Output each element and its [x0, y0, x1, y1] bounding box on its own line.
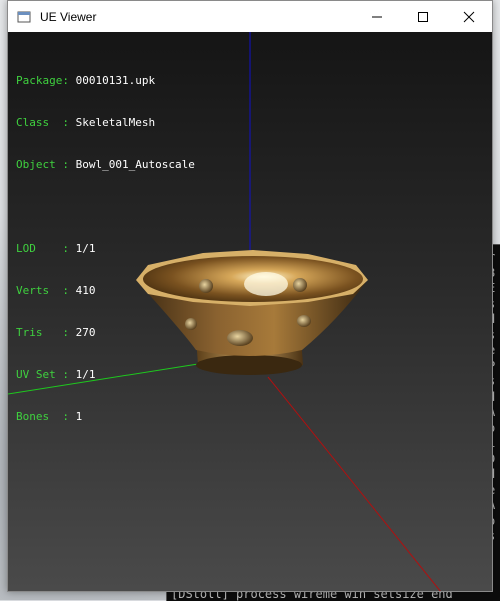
mesh-info-overlay: Package: 00010131.upk Class : SkeletalMe… — [16, 46, 195, 452]
info-package: Package: 00010131.upk — [16, 74, 156, 87]
minimize-icon — [372, 16, 382, 17]
3d-viewport[interactable]: Package: 00010131.upk Class : SkeletalMe… — [8, 32, 492, 591]
ue-viewer-window[interactable]: UE Viewer Package: 00010131.upk Class: … — [7, 0, 493, 592]
maximize-icon — [418, 11, 428, 22]
close-icon — [463, 11, 475, 22]
info-tris: Tris : 270 — [16, 326, 96, 339]
info-class: Class : SkeletalMesh — [16, 116, 156, 129]
window-title: UE Viewer — [40, 9, 97, 24]
info-lod: LOD : 1/1 — [16, 242, 96, 255]
title-bar[interactable]: UE Viewer — [8, 1, 492, 32]
maximize-button[interactable] — [400, 1, 446, 32]
info-uvset: UV Set : 1/1 — [16, 368, 96, 381]
info-object: Object : Bowl_001_Autoscale — [16, 158, 195, 171]
x-axis-line — [267, 376, 441, 591]
info-bones: Bones : 1 — [16, 410, 83, 423]
app-icon — [16, 9, 32, 25]
close-button[interactable] — [446, 1, 492, 32]
info-verts: Verts : 410 — [16, 284, 96, 297]
minimize-button[interactable] — [354, 1, 400, 32]
